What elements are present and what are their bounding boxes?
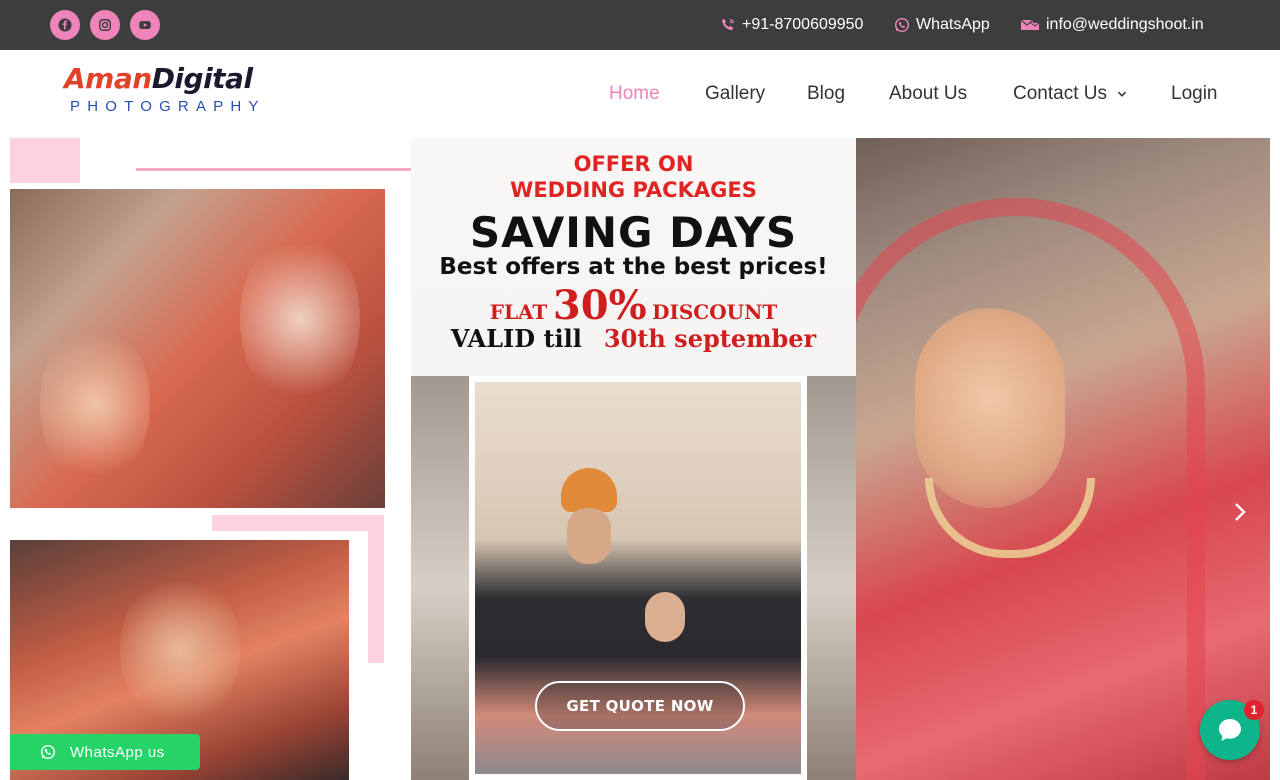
- photo2-highlight: [120, 570, 240, 730]
- nav-gallery[interactable]: Gallery: [705, 50, 765, 138]
- logo-wordmark: AmanDigital: [64, 62, 253, 95]
- whatsapp-us-label: WhatsApp us: [70, 743, 165, 761]
- offer-banner: OFFER ON WEDDING PACKAGES SAVING DAYS Be…: [411, 138, 856, 376]
- offer-line-2: WEDDING PACKAGES: [510, 178, 757, 202]
- decor-pink-line: [136, 168, 411, 171]
- site-header: AmanDigital PHOTOGRAPHY Home Gallery Blo…: [0, 50, 1280, 138]
- youtube-glyph: [139, 21, 151, 29]
- phone-icon: [722, 18, 735, 31]
- discount-text: DISCOUNT: [652, 300, 778, 324]
- photo1-highlight-2: [40, 319, 150, 489]
- email-link[interactable]: info@weddingshoot.in: [1020, 0, 1204, 50]
- nav-login[interactable]: Login: [1171, 50, 1218, 138]
- offer-headline: SAVING DAYS: [469, 208, 798, 257]
- bride-face: [645, 592, 685, 642]
- nav-gallery-label: Gallery: [705, 83, 766, 104]
- chat-unread-badge: 1: [1244, 700, 1264, 720]
- get-quote-button[interactable]: GET QUOTE NOW: [535, 681, 745, 731]
- chevron-down-icon: [1117, 91, 1127, 97]
- offer-validity: VALID till 30th september: [411, 324, 856, 353]
- instagram-icon[interactable]: [90, 10, 120, 40]
- email-address: info@weddingshoot.in: [1046, 16, 1204, 33]
- instagram-glyph: [99, 19, 111, 31]
- whatsapp-label: WhatsApp: [916, 16, 990, 33]
- nav-contact-us[interactable]: Contact Us: [1013, 50, 1127, 138]
- nav-about-us-label: About Us: [889, 83, 968, 104]
- slider-next-arrow[interactable]: [1230, 500, 1250, 524]
- nav-home-label: Home: [609, 83, 660, 104]
- chat-bubble-icon: [1219, 719, 1241, 741]
- photo1-highlight: [240, 229, 360, 409]
- discount-percent: 30%: [552, 282, 647, 329]
- whatsapp-icon: [894, 17, 910, 33]
- chevron-right-icon: [1235, 503, 1246, 521]
- logo-aman: Aman: [64, 62, 152, 95]
- nav-home[interactable]: Home: [609, 50, 660, 138]
- offer-line-1: OFFER ON: [573, 152, 694, 176]
- logo-digital: Digital: [151, 62, 253, 95]
- facebook-icon[interactable]: [50, 10, 80, 40]
- flat-text: FLAT: [489, 300, 548, 324]
- whatsapp-us-button[interactable]: WhatsApp us: [10, 734, 200, 770]
- facebook-glyph: [58, 18, 72, 32]
- offer-subheadline: Best offers at the best prices!: [439, 254, 828, 280]
- nav-contact-us-label: Contact Us: [1013, 83, 1107, 104]
- offer-discount: FLAT 30% DISCOUNT: [411, 282, 856, 329]
- hero-slider: OFFER ON WEDDING PACKAGES SAVING DAYS Be…: [10, 138, 1270, 780]
- nav-blog-label: Blog: [807, 83, 846, 104]
- top-bar: +91-8700609950 WhatsApp info@weddingshoo…: [0, 0, 1280, 50]
- nav-login-label: Login: [1171, 83, 1218, 104]
- phone-number: +91-8700609950: [742, 16, 864, 33]
- youtube-icon[interactable]: [130, 10, 160, 40]
- whatsapp-link[interactable]: WhatsApp: [894, 0, 990, 50]
- whatsapp-icon: [40, 744, 56, 760]
- nav-about-us[interactable]: About Us: [889, 50, 967, 138]
- envelope-icon: [1020, 19, 1040, 30]
- decor-pink-square: [10, 138, 80, 183]
- valid-date: 30th september: [603, 324, 817, 353]
- collage-left: [10, 138, 411, 780]
- site-logo[interactable]: AmanDigital PHOTOGRAPHY: [64, 62, 309, 118]
- nav-blog[interactable]: Blog: [807, 50, 845, 138]
- groom-face: [567, 508, 611, 564]
- groom-turban: [561, 468, 617, 512]
- logo-photography: PHOTOGRAPHY: [70, 98, 266, 115]
- phone-link[interactable]: +91-8700609950: [720, 0, 863, 50]
- bride-portrait: [805, 138, 1270, 780]
- valid-text: VALID till: [450, 324, 582, 353]
- couple-photo-1: [10, 189, 385, 508]
